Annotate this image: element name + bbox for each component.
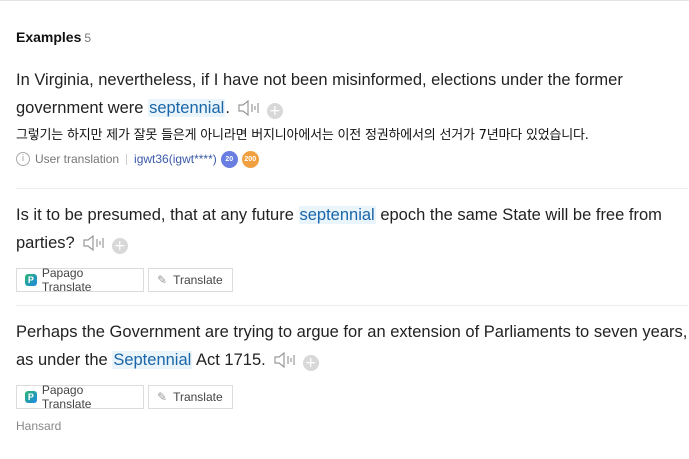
source-label: Hansard	[16, 419, 62, 433]
top-border	[0, 0, 689, 1]
pencil-icon: ✎	[157, 273, 168, 287]
info-icon: i	[16, 152, 30, 166]
sentence-text: In Virginia, nevertheless, if I have not…	[16, 71, 623, 117]
highlighted-word: Septennial	[112, 351, 193, 369]
user-link[interactable]: igwt36(igwt****)	[134, 152, 217, 166]
papago-translate-button[interactable]: P Papago Translate	[16, 383, 144, 411]
translate-button[interactable]: ✎ Translate	[148, 385, 233, 409]
example-item-1: In Virginia, nevertheless, if I have not…	[16, 66, 688, 180]
plus-icon[interactable]: +	[302, 355, 319, 371]
translation-meta: i User translation igwt36(igwt****) 20 1…	[16, 149, 688, 180]
translate-buttons: P Papago Translate ✎ Translate	[16, 266, 688, 294]
plus-icon[interactable]: +	[111, 238, 128, 254]
examples-title: Examples	[16, 29, 82, 45]
divider	[126, 153, 128, 165]
example-divider	[16, 305, 688, 306]
pencil-icon: ✎	[157, 390, 168, 404]
translate-buttons: P Papago Translate ✎ Translate	[16, 383, 688, 411]
user-translation-label: User translation	[35, 152, 120, 166]
translate-button[interactable]: ✎ Translate	[148, 268, 233, 292]
speaker-icon[interactable]	[238, 97, 260, 125]
button-label: Papago Translate	[41, 266, 92, 294]
highlighted-word: septennial	[148, 99, 226, 117]
papago-translate-button[interactable]: P Papago Translate	[16, 266, 144, 294]
level-badge: 20 14	[220, 150, 238, 180]
example-sentence: In Virginia, nevertheless, if I have not…	[16, 66, 688, 125]
example-sentence: Perhaps the Government are trying to arg…	[16, 318, 688, 377]
points-badge: 200	[241, 150, 259, 168]
example-divider	[16, 188, 688, 189]
button-label: Papago Translate	[41, 383, 92, 411]
plus-icon[interactable]: +	[266, 103, 283, 119]
example-sentence: Is it to be presumed, that at any future…	[16, 201, 688, 260]
korean-translation: 그렇기는 하지만 제가 잘못 들은게 아니라면 버지니아에서는 이전 정권하에서…	[16, 128, 589, 143]
papago-icon: P	[25, 391, 37, 403]
sentence-text: Act 1715.	[192, 351, 266, 369]
sentence-text: Is it to be presumed, that at any future	[16, 206, 299, 224]
examples-count: 5	[84, 31, 92, 45]
highlighted-word: septennial	[298, 206, 376, 224]
button-label: Translate	[173, 273, 223, 287]
example-item-3: Perhaps the Government are trying to arg…	[16, 318, 688, 433]
speaker-icon[interactable]	[83, 232, 105, 260]
papago-icon: P	[25, 274, 37, 286]
button-label: Translate	[173, 390, 223, 404]
speaker-icon[interactable]	[274, 349, 296, 377]
example-item-2: Is it to be presumed, that at any future…	[16, 201, 688, 294]
examples-header: Examples 5	[16, 29, 91, 45]
sentence-text: .	[225, 99, 230, 117]
